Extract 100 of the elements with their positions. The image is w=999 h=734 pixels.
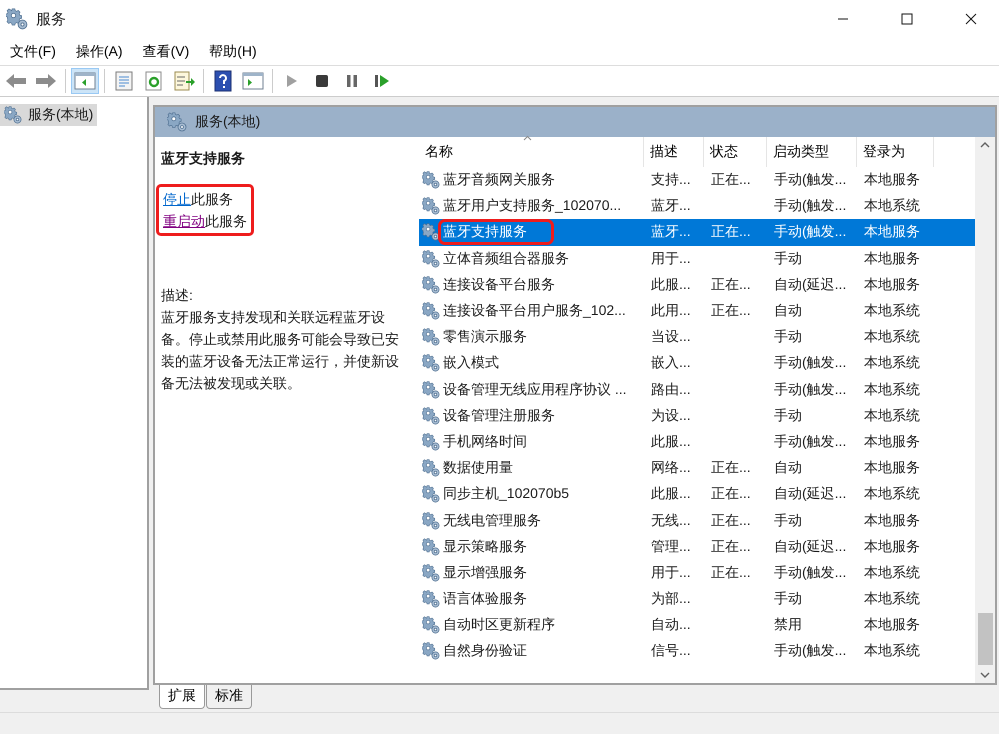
gear-icon [422,432,440,451]
table-cell-text: 本地服务 [863,276,921,294]
service-row[interactable]: 立体音频组合器服务 用于... 手动 本地服务 [419,246,975,272]
menu-item[interactable]: 帮助(H) [201,40,265,62]
table-cell-text: 自动 [773,459,803,478]
scroll-thumb[interactable] [978,613,992,665]
gear-icon [167,112,187,132]
service-row[interactable]: 显示策略服务 管理... 正在... 自动(延迟... 本地服务 [419,534,975,560]
service-name: 自动时区更新程序 [442,615,556,634]
table-cell-text: 此服... [650,485,692,504]
service-row[interactable]: 自动时区更新程序 自动... 禁用 本地服务 [419,612,975,638]
service-row[interactable]: 蓝牙音频网关服务 支持... 正在... 手动(触发... 本地服务 [419,167,975,194]
gear-icon [422,616,440,634]
service-name: 蓝牙支持服务 [441,222,551,242]
table-cell-text: 正在... [710,512,752,530]
table-cell-text: 正在... [710,485,752,504]
service-row[interactable]: 蓝牙支持服务 蓝牙... 正在... 手动(触发... 本地服务 [419,219,975,246]
sort-caret-icon [523,135,532,141]
table-cell-text: 手动(触发... [773,564,848,582]
table-cell-text: 手动(触发... [773,354,848,372]
table-cell-text: 本地系统 [863,406,921,425]
table-cell-text: 用于... [650,250,692,268]
table-cell-text: 用于... [650,564,692,582]
table-cell-text: 为设... [650,406,692,425]
service-row[interactable]: 蓝牙用户支持服务_102070... 蓝牙... 手动(触发... 本地系统 [419,193,975,220]
service-action-link[interactable]: 停止 [163,188,191,210]
service-row[interactable]: 连接设备平台用户服务_102... 此用... 正在... 自动 本地系统 [419,298,975,324]
table-cell-text: 本地系统 [863,302,921,320]
service-name: 语言体验服务 [442,589,528,608]
gear-icon [422,538,440,556]
table-cell-text: 本地系统 [863,328,921,346]
gear-icon [422,564,440,582]
gear-icon [422,276,440,294]
gear-icon [6,8,28,30]
service-row[interactable]: 设备管理无线应用程序协议 ... 路由... 手动(触发... 本地系统 [419,376,975,403]
table-cell-text: 自动... [650,616,692,634]
table-cell-text: 正在... [710,459,752,478]
menu-item[interactable]: 文件(F) [2,40,64,62]
table-cell-text: 自动(延迟... [773,276,848,294]
menu-item[interactable]: 操作(A) [68,40,131,62]
table-cell-text: 手动 [773,406,803,425]
scrollbar[interactable] [975,137,995,683]
service-row[interactable]: 无线电管理服务 无线... 正在... 手动 本地服务 [419,507,975,534]
table-cell-text: 本地系统 [863,564,921,582]
view-tab[interactable]: 标准 [206,685,252,709]
table-cell-text: 蓝牙... [650,223,692,242]
service-row[interactable]: 同步主机_102070b5 此服... 正在... 自动(延迟... 本地系统 [419,481,975,508]
service-row[interactable]: 语言体验服务 为部... 手动 本地系统 [419,586,975,612]
gear-icon [422,485,440,504]
service-name: 设备管理无线应用程序协议 ... [442,380,628,399]
table-cell-text: 本地系统 [863,485,921,504]
table-cell-text: 此服... [650,276,692,294]
service-name: 显示增强服务 [442,562,528,582]
service-name: 立体音频组合器服务 [442,248,570,268]
service-row[interactable]: 手机网络时间 此服... 手动(触发... 本地服务 [419,428,975,456]
gear-icon [422,197,440,216]
table-cell-text: 无线... [650,512,692,530]
service-row[interactable]: 设备管理注册服务 为设... 手动 本地系统 [419,402,975,429]
console-tree-icon[interactable] [71,68,99,94]
table-cell-text: 本地系统 [863,590,921,608]
service-row[interactable]: 嵌入模式 嵌入... 手动(触发... 本地系统 [419,350,975,376]
table-cell-text: 当设... [650,328,692,346]
table-cell-text: 嵌入... [650,354,692,372]
table-cell-text: 本地系统 [863,197,921,216]
table-cell-text: 本地服务 [863,538,921,556]
service-name: 手机网络时间 [442,432,528,451]
table-cell-text: 手动(触发... [773,642,848,660]
table-cell-text: 本地系统 [863,380,921,399]
table-cell-text: 路由... [650,380,692,399]
service-title: 蓝牙支持服务 [161,149,246,168]
table-cell-text: 手动(触发... [773,197,848,216]
service-row[interactable]: 连接设备平台服务 此服... 正在... 自动(延迟... 本地服务 [419,272,975,298]
service-name: 自然身份验证 [442,641,528,660]
table-cell-text: 手动(触发... [773,171,848,190]
service-row[interactable]: 自然身份验证 信号... 手动(触发... 本地系统 [419,638,975,665]
table-cell-text: 正在... [710,538,752,556]
table-cell-text: 本地服务 [863,223,921,242]
view-tab[interactable]: 扩展 [159,685,205,709]
service-row[interactable]: 显示增强服务 用于... 正在... 手动(触发... 本地系统 [419,560,975,586]
table-cell-text: 本地系统 [863,642,921,660]
table-cell-text: 此服... [650,432,692,451]
table-cell-text: 蓝牙... [650,197,692,216]
service-name: 嵌入模式 [442,353,500,372]
service-name: 设备管理注册服务 [442,406,556,425]
table-cell-text: 自动(延迟... [773,538,848,556]
action-label: 此服务 [191,190,233,209]
gear-icon [4,106,22,124]
table-cell-text: 管理... [650,538,692,556]
service-name: 显示策略服务 [442,536,528,556]
gear-icon [422,590,440,608]
service-row[interactable]: 零售演示服务 当设... 手动 本地系统 [419,324,975,350]
tree-item[interactable]: 服务(本地) [0,104,98,126]
table-cell-text: 本地服务 [863,171,921,190]
gear-icon [422,380,440,399]
table-cell-text: 本地服务 [863,250,921,268]
service-action-link[interactable]: 重启动 [163,210,205,232]
table-cell-text: 手动 [773,590,803,608]
menu-item[interactable]: 查看(V) [134,40,198,62]
gear-icon [422,459,440,478]
service-row[interactable]: 数据使用量 网络... 正在... 自动 本地服务 [419,455,975,482]
